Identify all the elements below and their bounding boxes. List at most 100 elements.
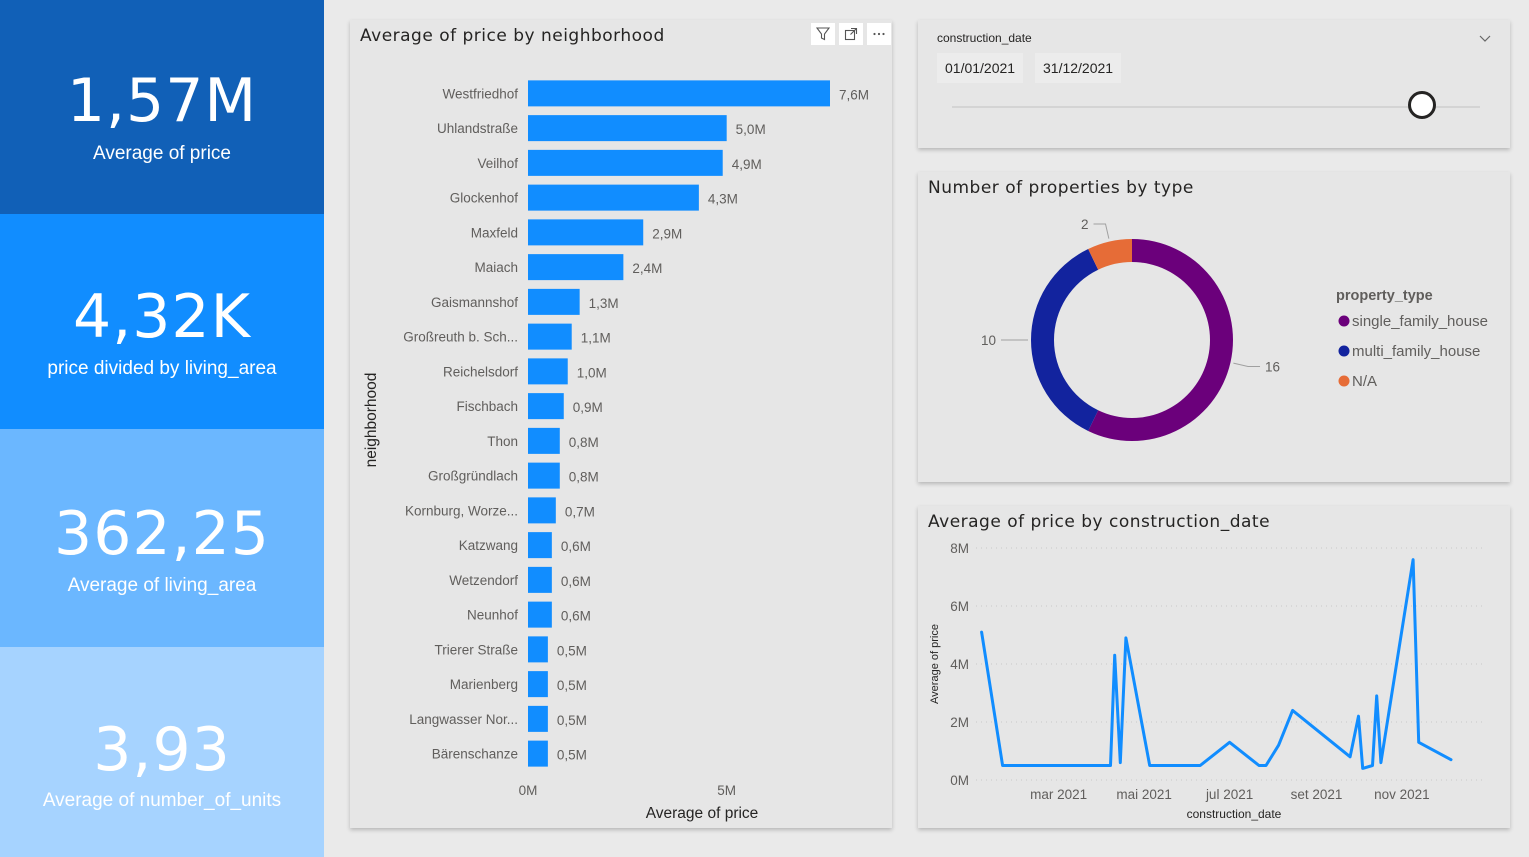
data-label: 2 xyxy=(1081,217,1089,232)
data-label: 0,8M xyxy=(569,470,599,485)
legend-entry: multi_family_house xyxy=(1352,343,1480,360)
data-label: 0,6M xyxy=(561,574,591,589)
y-tick-label: 0M xyxy=(950,773,969,788)
bar xyxy=(528,288,580,315)
data-label: 0,9M xyxy=(573,400,603,415)
category-label: Fischbach xyxy=(456,399,518,414)
y-axis-label: Average of price xyxy=(929,624,941,704)
bar xyxy=(528,358,568,385)
bar xyxy=(528,254,624,281)
category-label: Uhlandstraße xyxy=(437,121,518,136)
category-label: Reichelsdorf xyxy=(443,364,518,379)
chevron-down-icon[interactable] xyxy=(1478,30,1492,49)
kpi-value: 362,25 xyxy=(54,499,270,569)
slicer-track[interactable] xyxy=(952,106,1480,108)
y-tick-label: 8M xyxy=(950,541,969,556)
kpi-average-living-area[interactable]: 362,25 Average of living_area xyxy=(0,429,324,647)
kpi-label: Average of living_area xyxy=(67,575,257,596)
bar xyxy=(528,184,699,211)
category-label: Katzwang xyxy=(459,538,518,553)
category-label: Trierer Straße xyxy=(434,642,518,657)
bar-chart-plot: Westfriedhof 7,6M Uhlandstraße 5,0M Veilhof 4… xyxy=(363,80,869,822)
data-label: 0,5M xyxy=(557,713,587,728)
bar xyxy=(528,740,548,767)
data-label: 0,6M xyxy=(561,539,591,554)
donut-chart-plot: 16 10 2 property_type single_family_housemul… xyxy=(981,217,1488,441)
x-tick-label: 0M xyxy=(519,783,538,798)
kpi-value: 4,32K xyxy=(73,282,251,352)
bar xyxy=(528,80,830,107)
line-chart-card[interactable]: Average of price by construction_date 0M… xyxy=(918,506,1510,828)
bar xyxy=(528,393,564,420)
bar-chart-card[interactable]: Average of price by neighborhood Westfri… xyxy=(350,20,892,828)
line-chart-plot: 0M 2M 4M 6M 8M mar 2021 mai 2021 jul 2021 set 20… xyxy=(929,541,1486,821)
bar xyxy=(528,115,727,142)
data-label: 0,5M xyxy=(557,748,587,763)
kpi-label: Average of price xyxy=(92,143,231,164)
slicer-title: construction_date xyxy=(937,31,1032,45)
bar xyxy=(528,532,552,559)
y-axis-label: neighborhood xyxy=(363,373,380,468)
category-label: Westfriedhof xyxy=(442,86,518,101)
kpi-value: 1,57M xyxy=(66,66,258,136)
category-label: Großreuth b. Sch... xyxy=(403,330,518,345)
bar xyxy=(528,671,548,698)
kpi-average-price[interactable]: 1,57M Average of price xyxy=(0,0,324,214)
x-tick-label: 5M xyxy=(717,783,736,798)
data-label: 0,5M xyxy=(557,643,587,658)
date-slicer-card[interactable]: construction_date 01/01/2021 31/12/2021 xyxy=(918,20,1510,148)
data-label: 1,0M xyxy=(577,365,607,380)
data-label: 2,4M xyxy=(632,261,662,276)
kpi-label: price divided by living_area xyxy=(47,358,277,379)
legend-entry: N/A xyxy=(1352,373,1377,390)
x-tick-label: set 2021 xyxy=(1291,787,1343,802)
x-axis-label: Average of price xyxy=(646,805,759,822)
data-label: 4,3M xyxy=(708,192,738,207)
leader-line xyxy=(1233,362,1261,367)
y-tick-label: 2M xyxy=(950,715,969,730)
data-label: 1,1M xyxy=(581,331,611,346)
data-label: 0,7M xyxy=(565,504,595,519)
slicer-start-date-input[interactable]: 01/01/2021 xyxy=(937,53,1024,83)
x-tick-label: jul 2021 xyxy=(1205,787,1253,802)
data-label: 0,8M xyxy=(569,435,599,450)
leader-line xyxy=(1093,223,1110,239)
category-label: Thon xyxy=(487,434,518,449)
kpi-value: 3,93 xyxy=(93,715,231,785)
category-label: Neunhof xyxy=(467,608,518,623)
donut-slice xyxy=(1088,239,1233,441)
y-tick-label: 6M xyxy=(950,599,969,614)
bar xyxy=(528,427,560,454)
legend-marker xyxy=(1338,345,1350,357)
data-label: 10 xyxy=(981,333,996,348)
category-label: Großgründlach xyxy=(428,469,518,484)
bar xyxy=(528,149,723,176)
bar xyxy=(528,219,644,246)
category-label: Bärenschanze xyxy=(432,747,518,762)
kpi-price-per-living-area[interactable]: 4,32K price divided by living_area xyxy=(0,214,324,429)
bar xyxy=(528,636,548,663)
kpi-label: Average of number_of_units xyxy=(42,790,282,811)
slicer-end-handle[interactable] xyxy=(1408,91,1436,119)
x-axis-label: construction_date xyxy=(1187,807,1282,821)
legend-entry: single_family_house xyxy=(1352,313,1488,330)
slicer-end-date-input[interactable]: 31/12/2021 xyxy=(1035,53,1122,83)
donut-slice xyxy=(1031,249,1099,431)
category-label: Veilhof xyxy=(477,156,518,171)
bar xyxy=(528,323,572,350)
data-label: 5,0M xyxy=(736,122,766,137)
bar xyxy=(528,462,560,489)
data-label: 2,9M xyxy=(652,226,682,241)
x-tick-label: mai 2021 xyxy=(1116,787,1172,802)
y-tick-label: 4M xyxy=(950,657,969,672)
data-label: 7,6M xyxy=(839,87,869,102)
legend-title: property_type xyxy=(1336,288,1433,304)
kpi-average-number-of-units[interactable]: 3,93 Average of number_of_units xyxy=(0,647,324,857)
category-label: Maxfeld xyxy=(471,225,518,240)
bar xyxy=(528,497,556,524)
legend-marker xyxy=(1338,315,1350,327)
category-label: Marienberg xyxy=(450,677,518,692)
donut-chart-card[interactable]: Number of properties by type 16 10 2 proper… xyxy=(918,172,1510,482)
data-label: 4,9M xyxy=(732,157,762,172)
data-label: 1,3M xyxy=(589,296,619,311)
